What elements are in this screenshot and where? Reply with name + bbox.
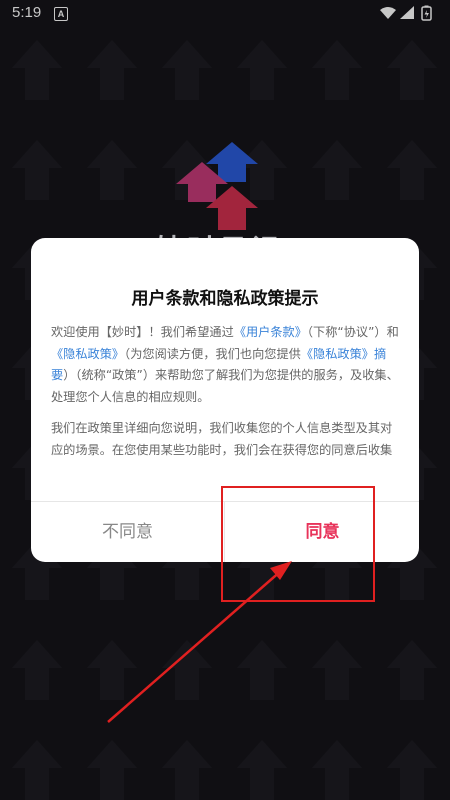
annotation-arrow-icon (107, 561, 292, 723)
